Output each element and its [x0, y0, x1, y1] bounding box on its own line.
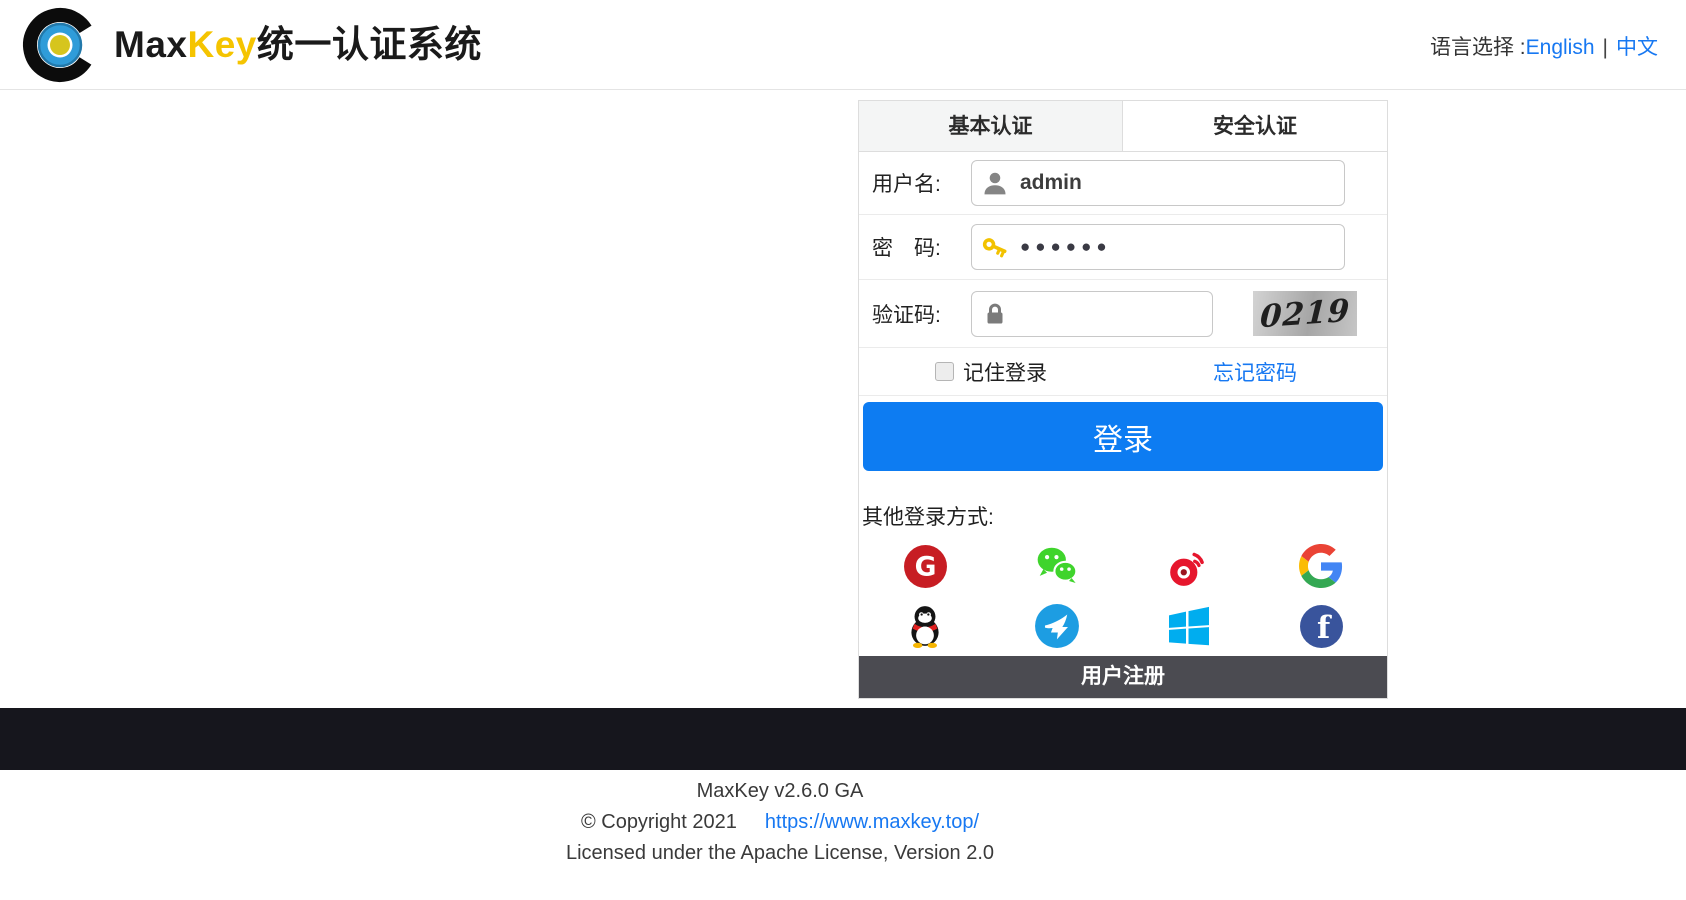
header: MaxKey统一认证系统 语言选择 :English | 中文 [0, 0, 1686, 90]
captcha-code: 0219 [1259, 292, 1351, 335]
social-login-grid: G f [859, 536, 1387, 656]
user-icon [984, 172, 1006, 195]
dingtalk-login-button[interactable] [991, 596, 1123, 656]
captcha-image[interactable]: 0219 [1253, 291, 1357, 336]
wechat-icon [1037, 547, 1078, 584]
register-button[interactable]: 用户注册 [859, 656, 1387, 698]
footer-copyright-text: © Copyright 2021 [580, 811, 737, 833]
facebook-icon: f [1299, 604, 1343, 648]
language-link-english[interactable]: English [1526, 36, 1595, 59]
svg-text:f: f [1316, 609, 1331, 645]
qq-login-button[interactable] [859, 596, 991, 656]
options-row: 记住登录 忘记密码 [859, 348, 1387, 396]
auth-tabs: 基本认证 安全认证 [859, 100, 1387, 152]
footer: MaxKey v2.6.0 GA © Copyright 2021 https:/… [0, 776, 1560, 869]
language-label: 语言选择 : [1429, 36, 1526, 59]
footer-version: MaxKey v2.6.0 GA [696, 780, 864, 802]
gitee-login-button[interactable]: G [859, 536, 991, 596]
dingtalk-icon [1035, 604, 1079, 648]
username-value: admin [1020, 171, 1082, 194]
username-row: 用户名: admin [859, 152, 1387, 215]
password-label: 密 码: [872, 237, 941, 260]
other-login-label: 其他登录方式: [862, 506, 994, 529]
password-input[interactable]: ●●●●●● [971, 224, 1345, 270]
windows-login-button[interactable] [1123, 596, 1255, 656]
qq-icon [911, 606, 939, 648]
password-row: 密 码: ●●●●●● [859, 215, 1387, 280]
login-panel: 基本认证 安全认证 用户名: admin 密 码: ●●●●●● 验证码: 02… [858, 100, 1388, 699]
weibo-login-button[interactable] [1123, 536, 1255, 596]
wechat-login-button[interactable] [991, 536, 1123, 596]
language-link-chinese[interactable]: 中文 [1616, 36, 1658, 59]
tab-basic-auth[interactable]: 基本认证 [859, 101, 1123, 151]
title-suffix: 统一认证系统 [256, 24, 482, 65]
key-icon [982, 238, 1007, 258]
password-value: ●●●●●● [1020, 237, 1112, 256]
windows-icon [1169, 606, 1209, 646]
svg-text:G: G [914, 551, 936, 582]
username-input[interactable]: admin [971, 160, 1345, 206]
google-login-button[interactable] [1255, 536, 1387, 596]
remember-checkbox[interactable] [935, 362, 954, 381]
weibo-icon [1170, 552, 1204, 586]
captcha-input[interactable] [971, 290, 1213, 337]
title-key: Key [187, 24, 257, 65]
footer-copyright-line: © Copyright 2021 https://www.maxkey.top/ [0, 807, 1560, 838]
lock-icon [987, 303, 1003, 323]
language-separator: | [1602, 36, 1608, 59]
footer-site-link[interactable]: https://www.maxkey.top/ [765, 811, 979, 833]
forgot-password-link[interactable]: 忘记密码 [1213, 357, 1297, 387]
captcha-row: 验证码: 0219 [859, 280, 1387, 348]
footer-license: Licensed under the Apache License, Versi… [565, 842, 995, 864]
tab-secure-auth[interactable]: 安全认证 [1123, 101, 1387, 151]
language-selector: 语言选择 :English | 中文 [1430, 0, 1658, 90]
login-button[interactable]: 登录 [863, 402, 1383, 471]
page-title: MaxKey统一认证系统 [114, 0, 482, 90]
facebook-login-button[interactable]: f [1255, 596, 1387, 656]
footer-divider-band [0, 708, 1686, 770]
remember-label: 记住登录 [963, 361, 1047, 385]
username-label: 用户名: [872, 173, 941, 196]
title-max: Max [114, 24, 188, 65]
gitee-icon: G [903, 544, 947, 588]
captcha-label: 验证码: [872, 303, 941, 327]
maxkey-logo-icon [23, 8, 97, 82]
google-icon [1299, 544, 1343, 588]
